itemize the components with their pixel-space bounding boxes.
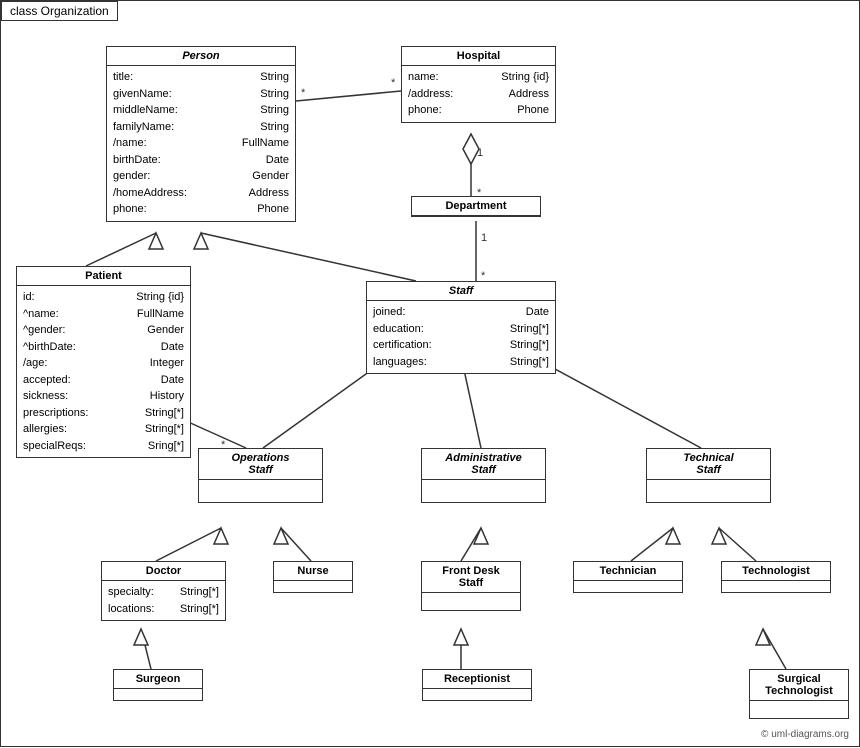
class-patient-name: Patient (17, 267, 190, 286)
class-operations-staff: Operations Staff (198, 448, 323, 503)
class-person: Person title:String givenName:String mid… (106, 46, 296, 222)
class-hospital-name: Hospital (402, 47, 555, 66)
class-administrative-staff: Administrative Staff (421, 448, 546, 503)
class-technologist: Technologist (721, 561, 831, 593)
svg-text:*: * (301, 87, 306, 99)
class-technician-name: Technician (574, 562, 682, 581)
class-staff-attrs: joined:Date education:String[*] certific… (367, 301, 555, 373)
class-staff: Staff joined:Date education:String[*] ce… (366, 281, 556, 374)
class-surgeon-name: Surgeon (114, 670, 202, 689)
class-front-desk-staff-name: Front Desk Staff (422, 562, 520, 593)
class-doctor: Doctor specialty:String[*] locations:Str… (101, 561, 226, 621)
class-hospital: Hospital name:String {id} /address:Addre… (401, 46, 556, 123)
class-surgical-technologist-name: Surgical Technologist (750, 670, 848, 701)
svg-text:*: * (391, 77, 396, 89)
class-doctor-name: Doctor (102, 562, 225, 581)
svg-text:1: 1 (477, 147, 483, 159)
class-hospital-attrs: name:String {id} /address:Address phone:… (402, 66, 555, 122)
class-surgical-technologist: Surgical Technologist (749, 669, 849, 719)
svg-text:1: 1 (481, 232, 487, 244)
copyright: © uml-diagrams.org (761, 729, 849, 740)
class-person-name: Person (107, 47, 295, 66)
diagram-title: class Organization (1, 1, 118, 21)
class-nurse: Nurse (273, 561, 353, 593)
class-patient-attrs: id:String {id} ^name:FullName ^gender:Ge… (17, 286, 190, 457)
class-person-attrs: title:String givenName:String middleName… (107, 66, 295, 221)
class-receptionist: Receptionist (422, 669, 532, 701)
class-front-desk-staff: Front Desk Staff (421, 561, 521, 611)
class-technologist-name: Technologist (722, 562, 830, 581)
class-department: Department (411, 196, 541, 217)
class-technician: Technician (573, 561, 683, 593)
class-administrative-staff-name: Administrative Staff (422, 449, 545, 480)
class-technical-staff: Technical Staff (646, 448, 771, 503)
class-technical-staff-name: Technical Staff (647, 449, 770, 480)
class-operations-staff-name: Operations Staff (199, 449, 322, 480)
class-nurse-name: Nurse (274, 562, 352, 581)
diagram-container: class Organization * * 1 * 1 * * * (0, 0, 860, 747)
class-receptionist-name: Receptionist (423, 670, 531, 689)
class-staff-name: Staff (367, 282, 555, 301)
class-doctor-attrs: specialty:String[*] locations:String[*] (102, 581, 225, 620)
class-department-name: Department (412, 197, 540, 216)
class-patient: Patient id:String {id} ^name:FullName ^g… (16, 266, 191, 458)
class-surgeon: Surgeon (113, 669, 203, 701)
